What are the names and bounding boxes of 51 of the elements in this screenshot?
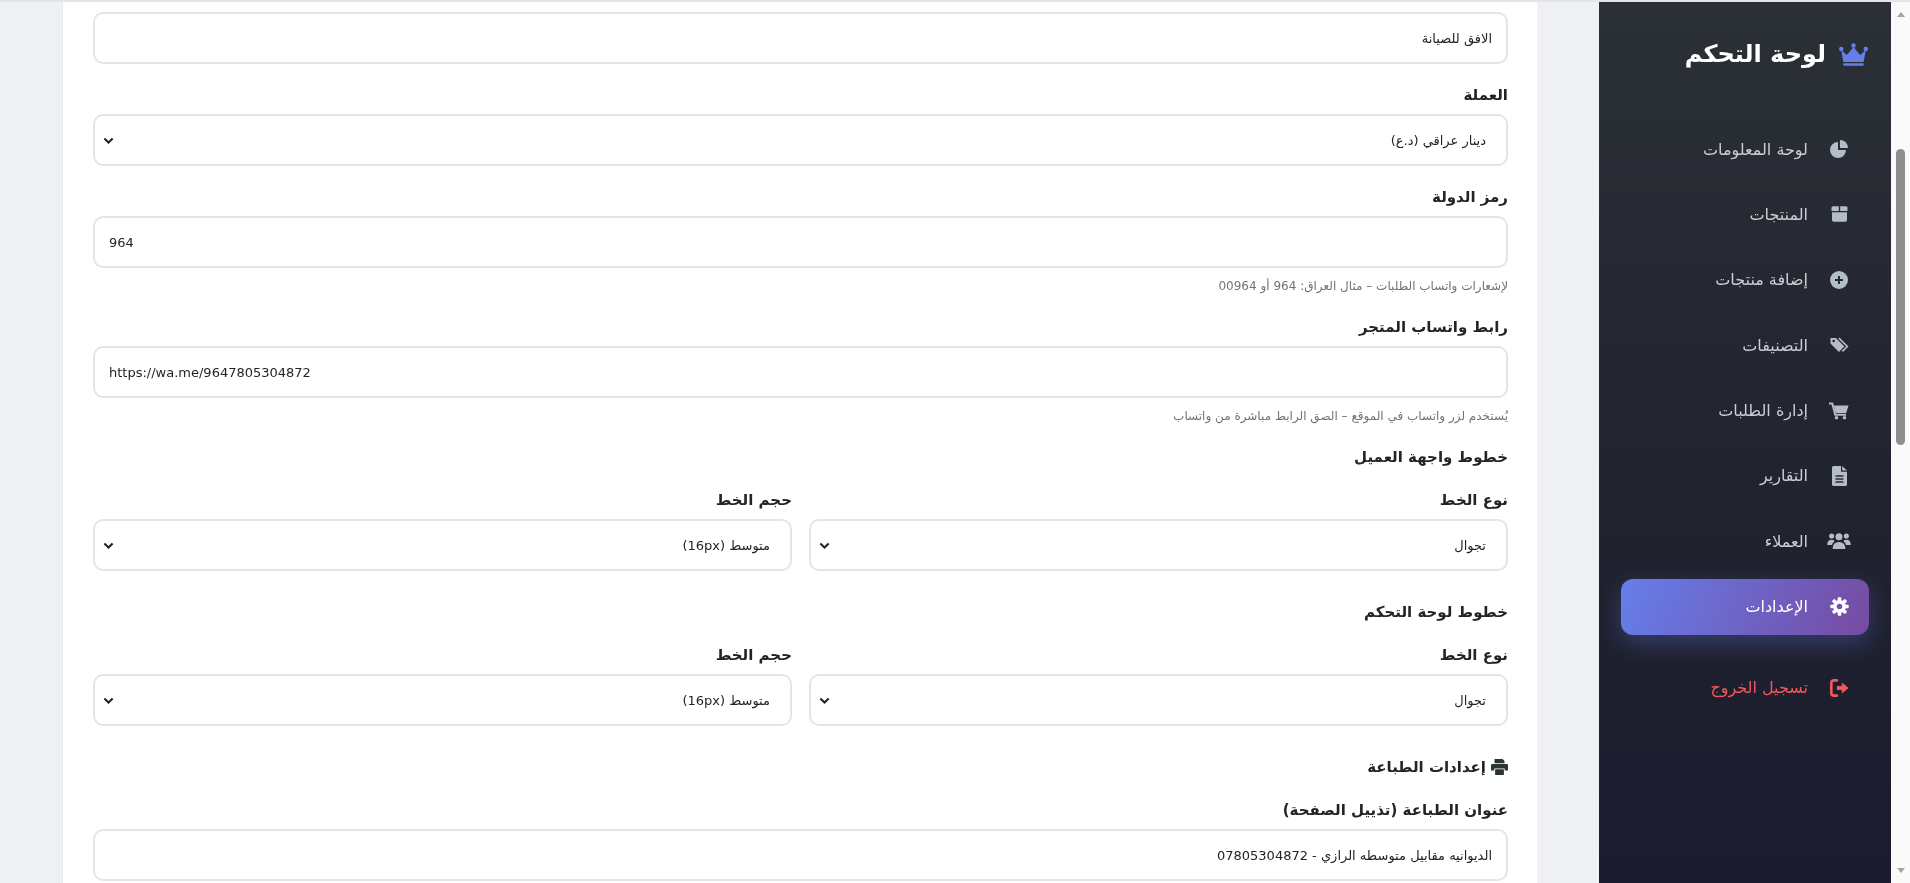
text-field[interactable]: 964 bbox=[93, 216, 1508, 268]
dropdown[interactable]: متوسط (16px) bbox=[93, 674, 792, 726]
sidebar-title: لوحة التحكم bbox=[1684, 40, 1826, 68]
caret-up-icon[interactable] bbox=[1896, 12, 1905, 17]
nav-item[interactable]: المنتجات bbox=[1621, 186, 1869, 243]
chevron-down-icon bbox=[103, 696, 114, 704]
plus-circle-icon bbox=[1830, 270, 1848, 289]
chevron-down-icon bbox=[103, 541, 114, 549]
box-icon bbox=[1830, 206, 1848, 223]
text-field[interactable]: الافق للصيانة bbox=[93, 12, 1508, 64]
nav-item[interactable]: التقارير bbox=[1621, 447, 1869, 504]
field-label: رمز الدولة bbox=[1431, 187, 1508, 208]
field-label: عنوان الطباعة (تذييل الصفحة) bbox=[1281, 800, 1508, 821]
dropdown[interactable]: متوسط (16px) bbox=[93, 519, 792, 571]
field-hint: لإشعارات واتساب الطلبات – مثال العراق: 964 أو 00964 bbox=[1217, 277, 1508, 296]
users-icon bbox=[1827, 533, 1851, 550]
field-label: نوع الخط bbox=[1438, 490, 1508, 511]
logout-icon bbox=[1829, 678, 1849, 697]
cart-icon bbox=[1829, 401, 1849, 420]
nav-item[interactable]: إضافة منتجات bbox=[1621, 251, 1869, 308]
nav-item[interactable]: التصنيفات bbox=[1621, 317, 1869, 374]
printer-icon bbox=[1491, 759, 1508, 775]
section-heading: إعدادات الطباعة bbox=[1367, 757, 1486, 778]
section-heading: خطوط لوحة التحكم bbox=[1364, 602, 1508, 623]
dropdown[interactable]: تجوال bbox=[809, 674, 1508, 726]
nav-item[interactable]: لوحة المعلومات bbox=[1621, 121, 1869, 177]
text-field[interactable]: https://wa.me/9647805304872 bbox=[93, 346, 1508, 398]
text-field[interactable]: الديوانيه مقابيل متوسطه الرازي - 07805304872 bbox=[93, 829, 1508, 881]
field-label: نوع الخط bbox=[1438, 645, 1508, 666]
crown-icon bbox=[1839, 42, 1868, 66]
chevron-down-icon bbox=[103, 136, 114, 144]
tag-icon bbox=[1829, 337, 1849, 354]
settings-icon bbox=[1829, 597, 1849, 617]
field-label: العملة bbox=[1462, 85, 1508, 106]
logout-link[interactable]: تسجيل الخروج bbox=[1621, 659, 1869, 716]
nav-item[interactable]: الإعدادات bbox=[1621, 578, 1869, 635]
dropdown[interactable]: دينار عراقي (د.ع) bbox=[93, 114, 1508, 166]
document-icon bbox=[1831, 465, 1847, 486]
chevron-down-icon bbox=[819, 696, 830, 704]
nav-item[interactable]: إدارة الطلبات bbox=[1621, 382, 1869, 439]
caret-down-icon[interactable] bbox=[1896, 868, 1905, 873]
nav-item[interactable]: العملاء bbox=[1621, 513, 1869, 570]
dropdown[interactable]: تجوال bbox=[809, 519, 1508, 571]
pie-chart-icon bbox=[1830, 140, 1848, 158]
section-heading: خطوط واجهة العميل bbox=[1354, 447, 1508, 468]
chevron-down-icon bbox=[819, 541, 830, 549]
field-label: رابط واتساب المتجر bbox=[1357, 317, 1508, 338]
field-label: حجم الخط bbox=[714, 490, 792, 511]
field-hint: يُستخدم لزر واتساب في الموقع – الصق الرابط مباشرة من واتساب bbox=[1172, 408, 1508, 426]
scrollbar-thumb[interactable] bbox=[1896, 149, 1905, 445]
field-label: حجم الخط bbox=[714, 645, 792, 666]
